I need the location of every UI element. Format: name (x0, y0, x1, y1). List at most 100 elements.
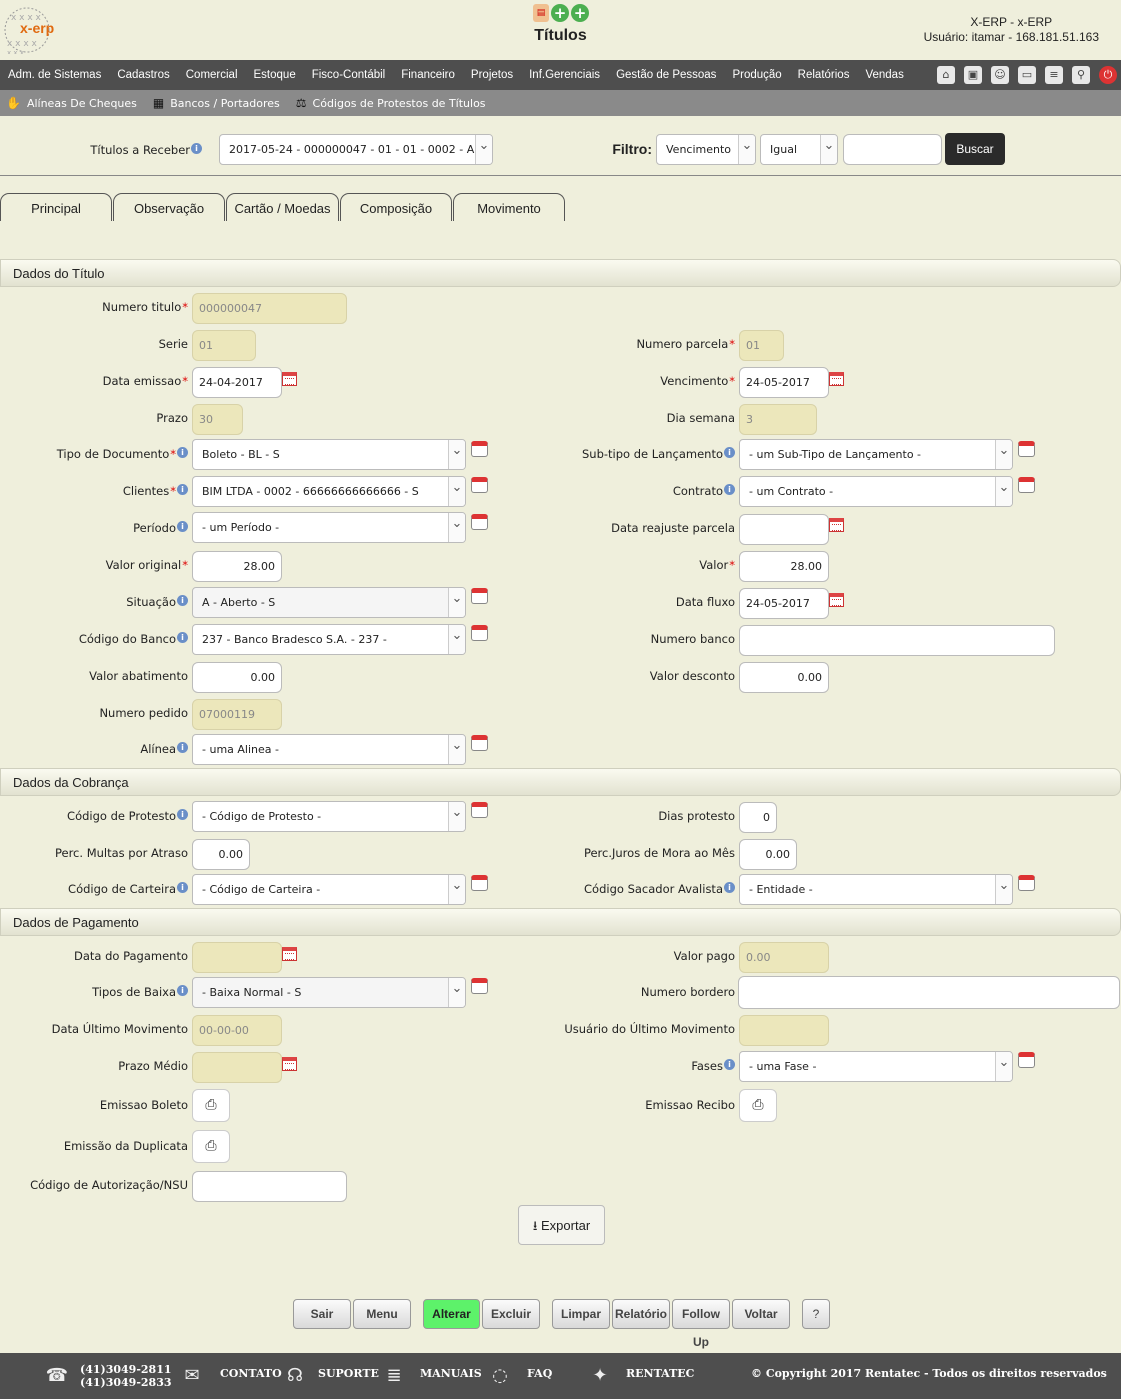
numero-banco-field[interactable] (739, 625, 1055, 656)
data-pagamento-field[interactable] (192, 942, 282, 973)
tab-movimento[interactable]: Movimento (453, 193, 565, 221)
data-ultimo-mov-field[interactable]: 00-00-00 (192, 1015, 282, 1046)
data-reajuste-field[interactable] (739, 514, 829, 545)
print-recibo-button[interactable]: ⎙ (739, 1089, 777, 1122)
usuario-ultimo-mov-field[interactable] (739, 1015, 829, 1046)
numero-pedido-field[interactable]: 07000119 (192, 699, 282, 730)
codigo-carteira-select[interactable]: - Código de Carteira - (192, 874, 466, 905)
tab-observacao[interactable]: Observação (113, 193, 225, 221)
relatorio-button[interactable]: Relatório (612, 1299, 670, 1329)
fases-select[interactable]: - uma Fase - (739, 1051, 1013, 1082)
add-record-icon[interactable] (471, 875, 488, 891)
faq-link[interactable]: FAQ (527, 1367, 552, 1380)
submenu-bancos[interactable]: ▦ Bancos / Portadores (153, 96, 280, 110)
excluir-button[interactable]: Excluir (482, 1299, 540, 1329)
followup-button[interactable]: Follow Up (672, 1299, 730, 1349)
calendar-icon[interactable] (829, 372, 844, 386)
add-record-icon[interactable] (471, 514, 488, 530)
menu-item-inf-gerenciais[interactable]: Inf.Gerenciais (521, 69, 608, 81)
manuais-link[interactable]: MANUAIS (420, 1367, 482, 1380)
alterar-button[interactable]: Alterar (423, 1299, 480, 1329)
menu-item-vendas[interactable]: Vendas (857, 69, 911, 81)
add-record-icon[interactable] (471, 735, 488, 751)
perc-multas-field[interactable]: 0.00 (192, 839, 250, 870)
user-icon[interactable]: ☺ (991, 66, 1009, 84)
valor-field[interactable]: 28.00 (739, 551, 829, 582)
titulos-select[interactable]: 2017-05-24 - 000000047 - 01 - 01 - 0002 … (219, 134, 493, 165)
print-boleto-button[interactable]: ⎙ (192, 1089, 230, 1122)
situacao-select[interactable]: A - Aberto - S (192, 587, 466, 618)
serie-field[interactable]: 01 (192, 330, 256, 361)
calendar-icon[interactable] (282, 372, 297, 386)
codigo-protesto-select[interactable]: - Código de Protesto - (192, 801, 466, 832)
save-icon[interactable]: ▣ (964, 66, 982, 84)
help-button[interactable]: ? (802, 1299, 830, 1329)
menu-button[interactable]: Menu (353, 1299, 411, 1329)
add-record-icon[interactable] (1018, 477, 1035, 493)
valor-abatimento-field[interactable]: 0.00 (192, 662, 282, 693)
calendar-icon[interactable] (282, 1057, 297, 1071)
filter-operator-select[interactable]: Igual (760, 134, 838, 165)
contato-link[interactable]: CONTATO (220, 1367, 282, 1380)
vencimento-field[interactable]: 24-05-2017 (739, 367, 829, 398)
filter-field-select[interactable]: Vencimento (656, 134, 756, 165)
document-icon[interactable]: ▭ (1018, 66, 1036, 84)
prazo-medio-field[interactable] (192, 1052, 282, 1083)
menu-item-estoque[interactable]: Estoque (246, 69, 304, 81)
add-record-icon[interactable] (471, 625, 488, 641)
print-duplicata-button[interactable]: ⎙ (192, 1130, 230, 1163)
menu-item-financeiro[interactable]: Financeiro (393, 69, 463, 81)
submenu-alineas[interactable]: ✋ Alíneas De Cheques (6, 96, 137, 110)
menu-item-relatorios[interactable]: Relatórios (790, 69, 858, 81)
add-record-icon[interactable] (471, 802, 488, 818)
prazo-field[interactable]: 30 (192, 404, 243, 435)
codigo-banco-select[interactable]: 237 - Banco Bradesco S.A. - 237 - (192, 624, 466, 655)
export-button[interactable]: ⭳ Exportar (518, 1205, 605, 1245)
perc-juros-field[interactable]: 0.00 (739, 839, 797, 870)
sair-button[interactable]: Sair (293, 1299, 351, 1329)
clientes-select[interactable]: BIM LTDA - 0002 - 66666666666666 - S (192, 476, 466, 507)
sacador-select[interactable]: - Entidade - (739, 874, 1013, 905)
data-fluxo-field[interactable]: 24-05-2017 (739, 588, 829, 619)
add-record-icon[interactable] (471, 588, 488, 604)
submenu-protestos[interactable]: ⚖ Códigos de Protestos de Títulos (296, 96, 486, 110)
menu-item-projetos[interactable]: Projetos (463, 69, 521, 81)
alinea-select[interactable]: - uma Alinea - (192, 734, 466, 765)
power-icon[interactable]: ⏻ (1099, 66, 1117, 84)
valor-desconto-field[interactable]: 0.00 (739, 662, 829, 693)
calendar-icon[interactable] (829, 593, 844, 607)
tab-cartao[interactable]: Cartão / Moedas (226, 193, 339, 221)
add-icon[interactable]: + (551, 4, 569, 22)
contrato-select[interactable]: - um Contrato - (739, 476, 1013, 507)
add-record-icon[interactable] (1018, 1052, 1035, 1068)
pdf-icon[interactable]: ▤ (533, 4, 549, 22)
add-record-icon[interactable] (1018, 875, 1035, 891)
menu-item-fisco[interactable]: Fisco-Contábil (304, 69, 394, 81)
valor-original-field[interactable]: 28.00 (192, 551, 282, 582)
calendar-icon[interactable] (282, 947, 297, 961)
valor-pago-field[interactable]: 0.00 (739, 942, 829, 973)
tab-principal[interactable]: Principal (0, 193, 112, 221)
search-button[interactable]: Buscar (945, 133, 1005, 165)
home-icon[interactable]: ⌂ (937, 66, 955, 84)
tab-composicao[interactable]: Composição (340, 193, 452, 221)
add-record-icon[interactable] (471, 477, 488, 493)
codigo-autorizacao-field[interactable] (192, 1171, 347, 1202)
menu-item-adm[interactable]: Adm. de Sistemas (0, 69, 109, 81)
list-icon[interactable]: ≡ (1045, 66, 1063, 84)
voltar-button[interactable]: Voltar (732, 1299, 790, 1329)
menu-item-producao[interactable]: Produção (724, 69, 789, 81)
search-icon[interactable]: ⚲ (1072, 66, 1090, 84)
tipos-baixa-select[interactable]: - Baixa Normal - S (192, 977, 466, 1008)
limpar-button[interactable]: Limpar (552, 1299, 610, 1329)
add-record-icon[interactable] (1018, 441, 1035, 457)
rentatec-link[interactable]: RENTATEC (626, 1367, 694, 1380)
dias-protesto-field[interactable]: 0 (739, 802, 777, 833)
dia-semana-field[interactable]: 3 (739, 404, 817, 435)
numero-bordero-field[interactable] (738, 976, 1120, 1009)
suporte-link[interactable]: SUPORTE (318, 1367, 379, 1380)
data-emissao-field[interactable]: 24-04-2017 (192, 367, 282, 398)
periodo-select[interactable]: - um Período - (192, 512, 466, 543)
filter-value-input[interactable] (843, 134, 942, 165)
menu-item-gestao-pessoas[interactable]: Gestão de Pessoas (608, 69, 724, 81)
